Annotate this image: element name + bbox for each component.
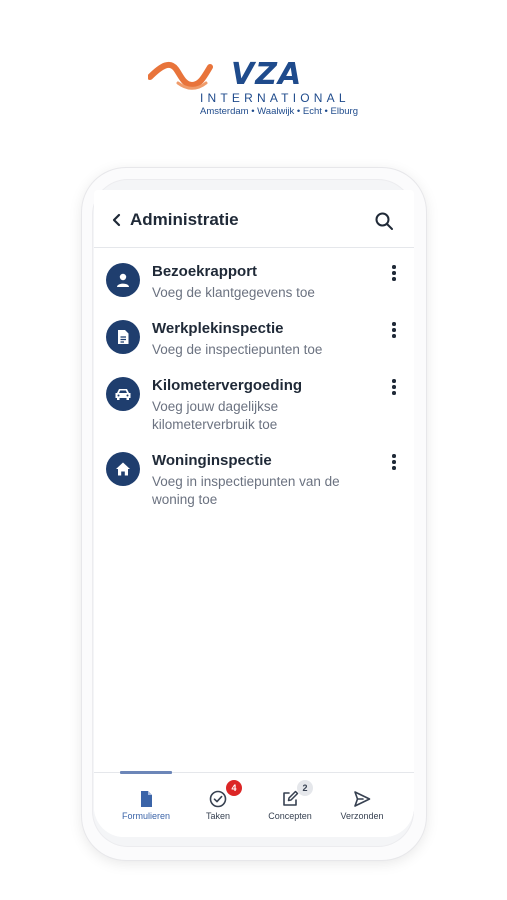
more-options-button[interactable] (384, 320, 404, 340)
item-title: Kilometervergoeding (152, 377, 303, 394)
send-icon (354, 791, 371, 807)
tab-label: Concepten (268, 811, 312, 821)
chevron-left-icon (112, 213, 121, 227)
app-header: Administratie (94, 190, 414, 248)
item-subtitle: Voeg jouw dagelijkse kilometerverbruik t… (152, 399, 279, 432)
list-item-woninginspectie[interactable]: Woninginspectie Voeg in inspectiepunten … (94, 452, 414, 514)
tab-label: Taken (205, 811, 231, 821)
tab-formulieren[interactable]: Formulieren (110, 785, 182, 825)
item-icon-badge (106, 452, 140, 486)
tab-verzonden[interactable]: Verzonden (326, 785, 398, 825)
logo-locations: Amsterdam • Waalwijk • Echt • Elburg (200, 106, 358, 117)
back-button[interactable] (110, 212, 124, 228)
item-title: Bezoekrapport (152, 263, 258, 280)
tab-concepten[interactable]: 2 Concepten (254, 780, 326, 825)
active-tab-indicator (120, 771, 172, 774)
more-options-button[interactable] (384, 377, 404, 397)
item-title: Werkplekinspectie (152, 320, 284, 337)
tab-label: Verzonden (340, 811, 384, 821)
item-icon-badge (106, 263, 140, 297)
more-options-button[interactable] (384, 452, 404, 472)
taken-count-badge: 4 (226, 780, 242, 796)
vza-logo: VZA INTERNATIONAL Amsterdam • Waalwijk •… (148, 55, 363, 120)
more-options-button[interactable] (384, 263, 404, 283)
app-screen: Administratie Bezoekrapport Voeg de klan… (94, 190, 414, 837)
item-icon-badge (106, 320, 140, 354)
logo-brand: VZA (231, 57, 303, 92)
item-subtitle: Voeg in inspectiepunten van de woning to… (152, 474, 340, 507)
document-icon (118, 330, 129, 344)
list-item-werkplekinspectie[interactable]: Werkplekinspectie Voeg de inspectiepunte… (94, 320, 414, 364)
item-icon-badge (106, 377, 140, 411)
item-subtitle: Voeg de klantgegevens toe (152, 285, 315, 300)
tab-taken[interactable]: 4 Taken (182, 780, 254, 825)
logo-subtitle: INTERNATIONAL (200, 91, 350, 105)
bottom-navigation: Formulieren 4 Taken 2 Concepten Verzonde… (94, 771, 414, 837)
check-circle-icon (209, 790, 227, 808)
search-icon (375, 212, 393, 230)
logo-wave-mark (148, 61, 213, 90)
item-subtitle: Voeg de inspectiepunten toe (152, 342, 323, 357)
search-button[interactable] (374, 211, 394, 231)
list-item-bezoekrapport[interactable]: Bezoekrapport Voeg de klantgegevens toe (94, 263, 414, 307)
item-title: Woninginspectie (152, 452, 272, 469)
car-icon (115, 389, 131, 400)
edit-icon (283, 790, 299, 806)
list-item-kilometervergoeding[interactable]: Kilometervergoeding Voeg jouw dagelijkse… (94, 377, 414, 439)
home-icon (116, 462, 130, 476)
page-title: Administratie (130, 210, 239, 229)
person-icon (117, 273, 129, 287)
tab-label: Formulieren (121, 811, 170, 821)
file-icon (141, 791, 152, 807)
concepten-count-badge: 2 (297, 780, 313, 796)
